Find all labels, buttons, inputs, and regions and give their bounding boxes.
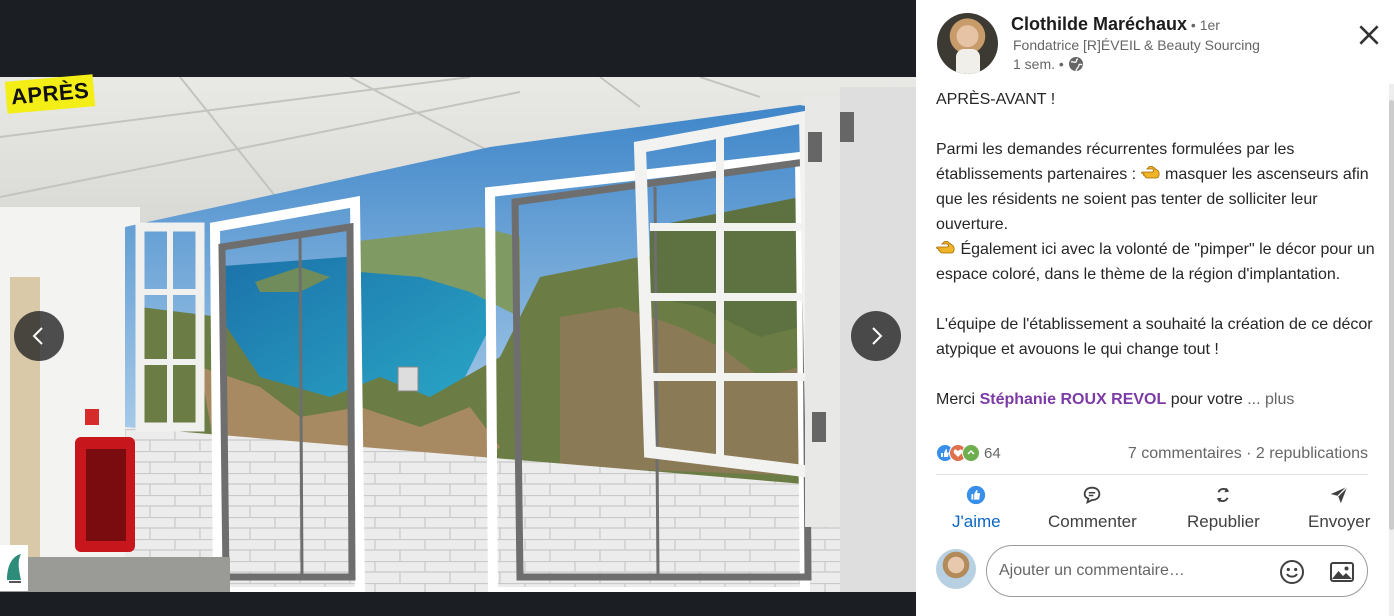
post-text-paragraph-4: L'équipe de l'établissement a souhaité l…: [936, 316, 1373, 358]
scrollbar[interactable]: [1389, 84, 1394, 616]
post-text-paragraph-2: Parmi les demandes récurrentes formulées…: [936, 137, 1376, 237]
author-avatar[interactable]: [937, 13, 998, 74]
author-name[interactable]: Clothilde Maréchaux • 1er: [1011, 14, 1220, 35]
send-button[interactable]: Envoyer: [1308, 480, 1370, 532]
reaction-count[interactable]: 64: [984, 445, 1001, 462]
repost-icon: [1217, 487, 1230, 503]
comment-icon: [1084, 486, 1101, 505]
see-more-link[interactable]: ... plus: [1247, 391, 1294, 408]
pointing-hand-icon: [1140, 166, 1160, 179]
post-text-line-1: APRÈS-AVANT !: [936, 91, 1056, 108]
post-timestamp: 1 sem. •: [1013, 56, 1084, 72]
support-reaction-icon: [962, 444, 980, 462]
post-text-5b: pour votre: [1166, 391, 1248, 408]
connection-degree: • 1er: [1187, 17, 1220, 33]
chevron-left-icon: [32, 327, 43, 345]
next-image-button[interactable]: [851, 311, 901, 361]
globe-icon: [1068, 57, 1083, 72]
post-actions-bar: J'aime Commenter Republier Envoyer: [916, 480, 1394, 536]
mention-link[interactable]: Stéphanie ROUX REVOL: [980, 391, 1167, 408]
post-detail-panel: Clothilde Maréchaux • 1er Fondatrice [R]…: [916, 0, 1394, 616]
send-label: Envoyer: [1308, 512, 1371, 531]
send-icon: [1330, 486, 1348, 504]
image-icon[interactable]: [1329, 560, 1355, 584]
post-text-paragraph-3: Également ici avec la volonté de "pimper…: [936, 237, 1376, 287]
comment-box[interactable]: [986, 545, 1368, 597]
close-icon: [1359, 25, 1379, 45]
comments-reposts-count[interactable]: 7 commentaires · 2 republications: [1128, 445, 1368, 463]
watermark-logo: [0, 545, 28, 591]
like-button[interactable]: J'aime: [952, 480, 1001, 532]
post-photo: [0, 77, 916, 592]
elevator-mural-photo: [0, 77, 916, 592]
post-text-paragraph-5: Merci Stéphanie ROUX REVOL pour votre ..…: [936, 387, 1376, 412]
author-headline: Fondatrice [R]ÉVEIL & Beauty Sourcing: [1013, 37, 1260, 53]
repost-button[interactable]: Republier: [1187, 480, 1260, 532]
post-text-3: Également ici avec la volonté de "pimper…: [936, 241, 1375, 283]
comment-label: Commenter: [1048, 512, 1137, 531]
post-text-5a: Merci: [936, 391, 980, 408]
like-label: J'aime: [952, 512, 1001, 531]
chevron-right-icon: [872, 327, 883, 345]
close-button[interactable]: [1356, 22, 1382, 48]
current-user-avatar[interactable]: [936, 549, 976, 589]
emoji-icon[interactable]: [1279, 559, 1305, 585]
like-thumb-icon: [967, 485, 986, 505]
repost-label: Republier: [1187, 512, 1260, 531]
post-time-text: 1 sem. •: [1013, 56, 1064, 72]
comment-button[interactable]: Commenter: [1048, 480, 1137, 532]
previous-image-button[interactable]: [14, 311, 64, 361]
reactions-summary[interactable]: 64: [936, 444, 1001, 462]
scrollbar-thumb[interactable]: [1389, 100, 1394, 530]
divider: [936, 474, 1368, 475]
post-body: APRÈS-AVANT ! Parmi les demandes récurre…: [936, 87, 1376, 412]
comment-input[interactable]: [999, 562, 1269, 580]
media-viewer: APRÈS: [0, 0, 916, 616]
author-name-text[interactable]: Clothilde Maréchaux: [1011, 14, 1187, 34]
pointing-hand-icon: [936, 241, 955, 254]
